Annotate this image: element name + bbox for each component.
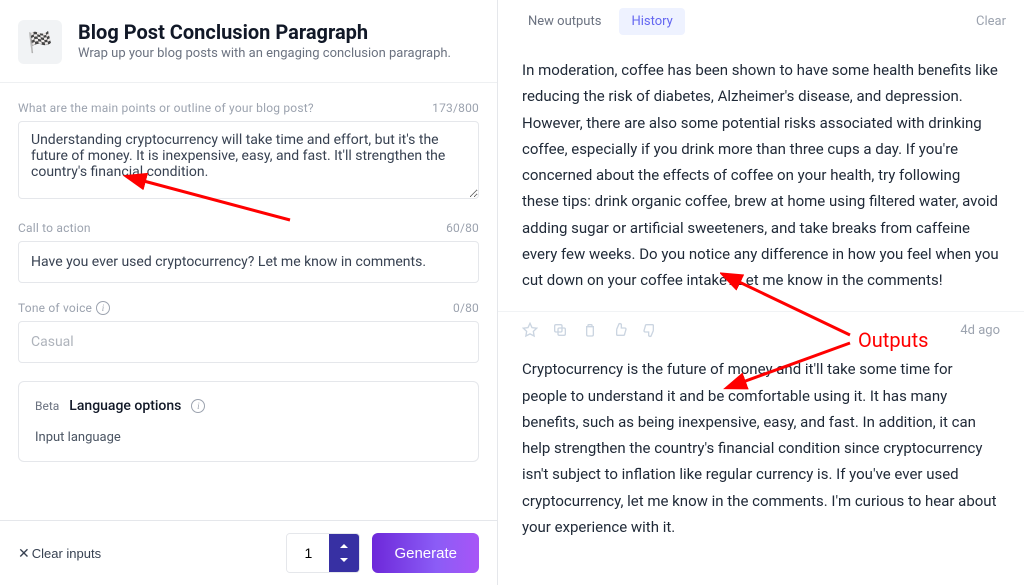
main-points-label: What are the main points or outline of y…	[18, 101, 314, 115]
language-options-title: Language options	[69, 398, 181, 414]
copy-icon[interactable]	[552, 322, 568, 338]
cta-input[interactable]	[18, 241, 479, 283]
thumbs-down-icon[interactable]	[642, 322, 658, 338]
beta-badge: Beta	[35, 399, 59, 413]
clear-inputs-button[interactable]: ✕ Clear inputs	[18, 545, 101, 562]
info-icon[interactable]: i	[96, 301, 110, 315]
output-actions: 4d ago	[498, 312, 1024, 342]
page-title: Blog Post Conclusion Paragraph	[78, 20, 451, 44]
main-points-input[interactable]: Understanding cryptocurrency will take t…	[18, 121, 479, 199]
thumbs-up-icon[interactable]	[612, 322, 628, 338]
cta-counter: 60/80	[446, 221, 479, 235]
output-timestamp: 4d ago	[960, 323, 1000, 338]
star-icon[interactable]	[522, 322, 538, 338]
form-area: What are the main points or outline of y…	[0, 83, 497, 520]
output-item[interactable]: Cryptocurrency is the future of money an…	[498, 342, 1024, 558]
page-subtitle: Wrap up your blog posts with an engaging…	[78, 46, 451, 61]
input-language-label: Input language	[35, 430, 462, 445]
flag-icon: 🏁	[18, 20, 62, 64]
language-options-box: Beta Language options i Input language	[18, 381, 479, 462]
main-points-counter: 173/800	[432, 101, 479, 115]
clear-outputs-link[interactable]: Clear	[976, 14, 1006, 29]
tab-history[interactable]: History	[619, 8, 684, 35]
output-item[interactable]: In moderation, coffee has been shown to …	[498, 43, 1024, 312]
close-icon: ✕	[18, 545, 30, 562]
output-count-group	[286, 533, 360, 573]
tone-label: Tone of voice i	[18, 301, 110, 315]
outputs-list[interactable]: In moderation, coffee has been shown to …	[498, 43, 1024, 585]
tone-counter: 0/80	[453, 301, 479, 315]
trash-icon[interactable]	[582, 322, 598, 338]
info-icon[interactable]: i	[191, 399, 205, 413]
generate-button[interactable]: Generate	[372, 533, 479, 573]
template-header: 🏁 Blog Post Conclusion Paragraph Wrap up…	[0, 0, 497, 83]
count-stepper[interactable]	[329, 534, 359, 572]
tab-new-outputs[interactable]: New outputs	[516, 8, 613, 35]
output-count-input[interactable]	[287, 534, 329, 572]
cta-label: Call to action	[18, 221, 91, 235]
tone-input[interactable]	[18, 321, 479, 363]
